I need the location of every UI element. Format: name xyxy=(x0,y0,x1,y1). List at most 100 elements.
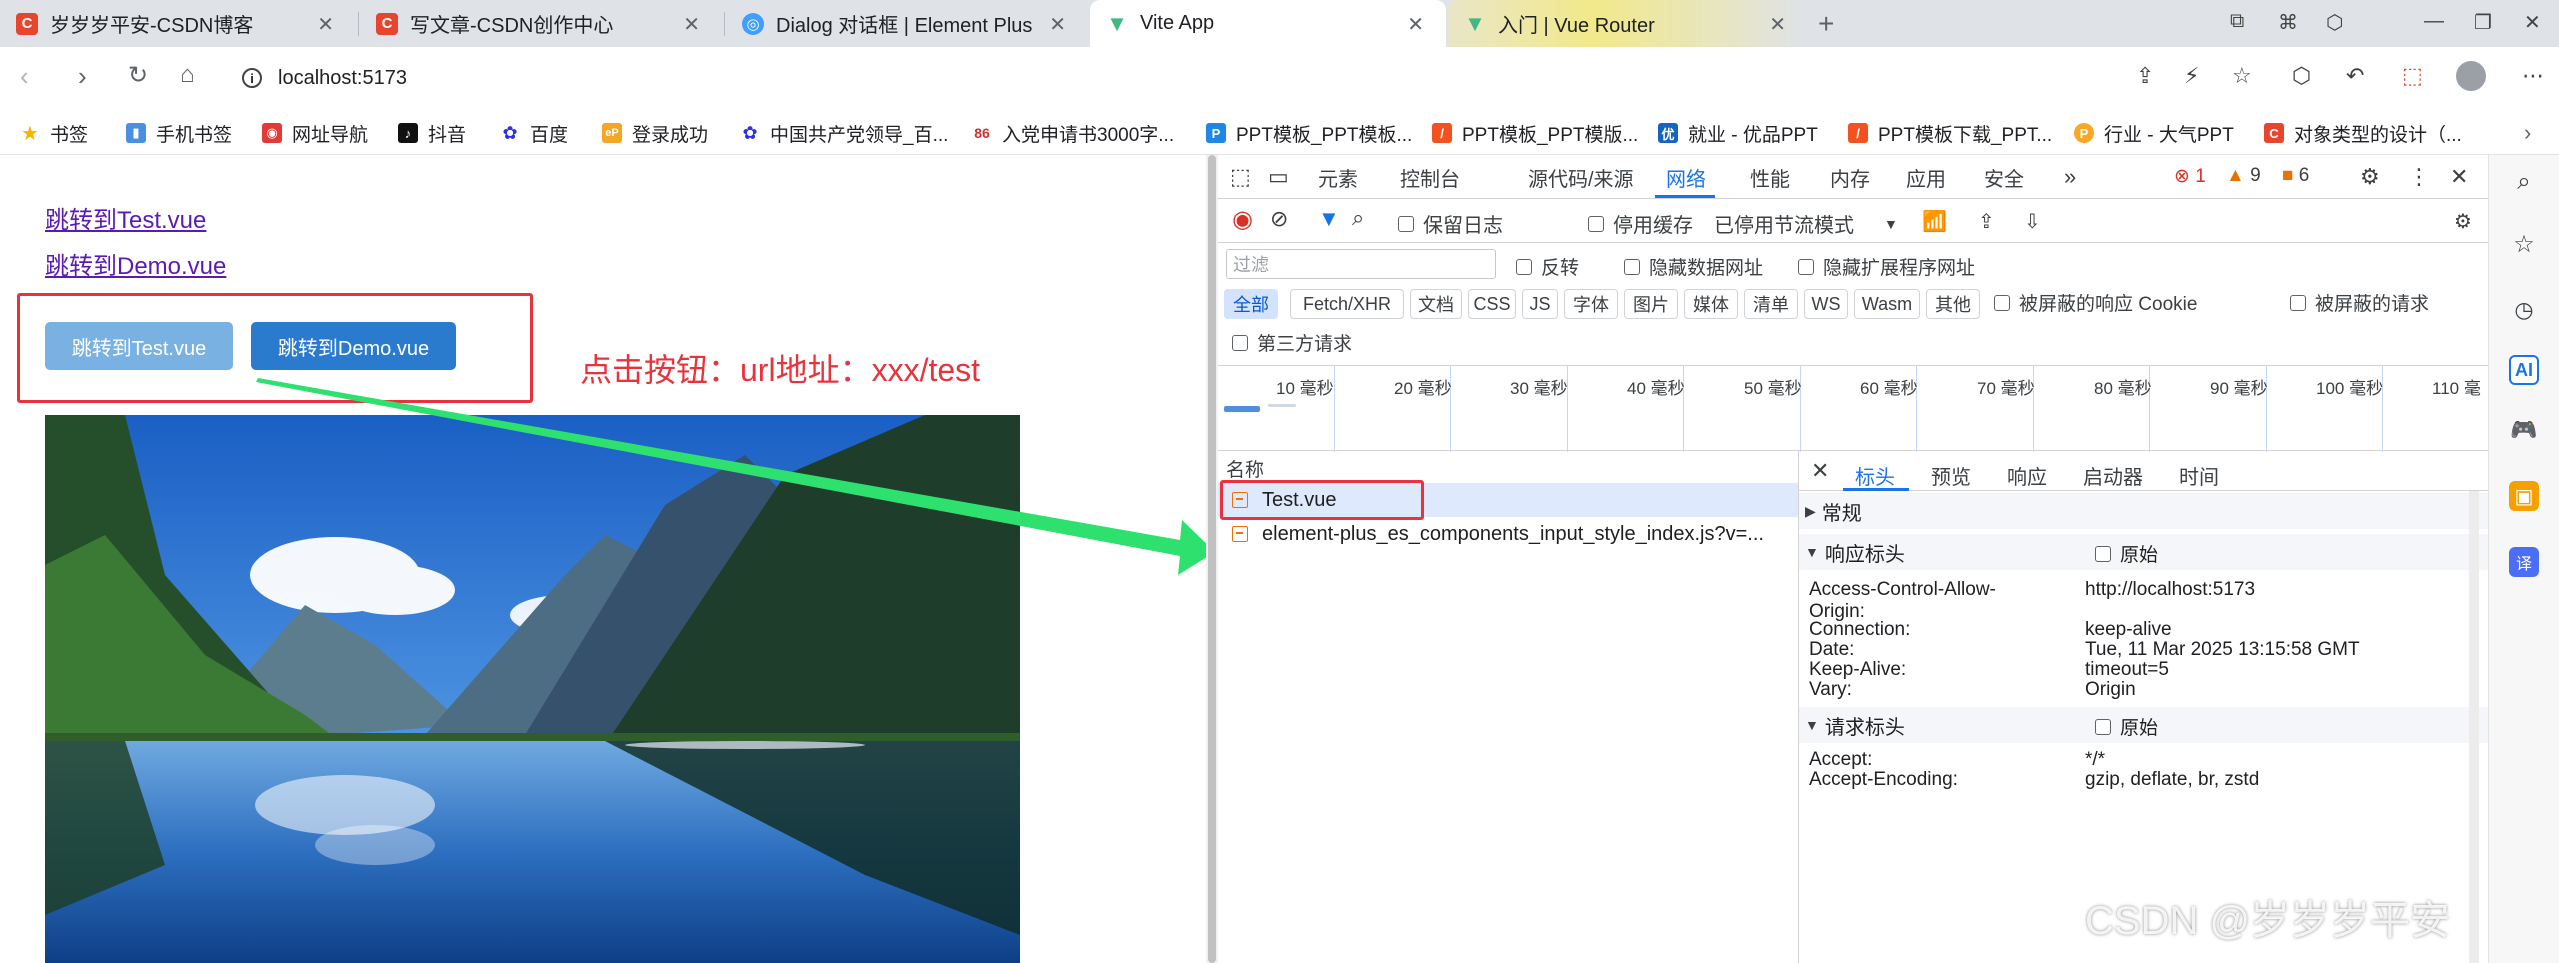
game-icon[interactable]: 🎮 xyxy=(2509,415,2539,445)
bookmark-item[interactable]: ♪ 抖音 xyxy=(398,119,466,147)
tab-csdn-blog[interactable]: C 岁岁岁平安-CSDN博客 ✕ xyxy=(0,0,356,47)
bookmark-item[interactable]: / PPT模板_PPT模版... xyxy=(1432,119,1638,147)
tab-elements[interactable]: 元素 xyxy=(1318,163,1358,192)
more-options-icon[interactable]: ⋮ xyxy=(2408,164,2430,190)
type-other[interactable]: 其他 xyxy=(1926,289,1980,319)
page-scrollbar[interactable] xyxy=(1206,155,1218,963)
test-button[interactable]: 跳转到Test.vue xyxy=(45,322,233,370)
upload-icon[interactable]: ⇪ xyxy=(1978,209,1995,234)
invert-checkbox[interactable]: 反转 xyxy=(1516,253,1579,280)
record-icon[interactable]: ◉ xyxy=(1232,205,1253,234)
more-tabs-icon[interactable]: » xyxy=(2064,164,2076,190)
blocked-requests-checkbox[interactable]: 被屏蔽的请求 xyxy=(2290,289,2429,316)
type-img[interactable]: 图片 xyxy=(1624,289,1678,319)
checkbox[interactable] xyxy=(1588,215,1604,232)
new-tab-button[interactable]: + xyxy=(1818,8,1834,40)
bookmark-item[interactable]: ✿ 百度 xyxy=(500,119,568,147)
type-doc[interactable]: 文档 xyxy=(1410,289,1462,319)
request-row[interactable]: element-plus_es_components_input_style_i… xyxy=(1218,517,1798,551)
type-all[interactable]: 全部 xyxy=(1224,289,1278,319)
history-icon[interactable]: ↶ xyxy=(2346,63,2364,89)
checkbox[interactable] xyxy=(1516,258,1532,275)
checkbox[interactable] xyxy=(1398,215,1414,232)
type-css[interactable]: CSS xyxy=(1468,289,1516,319)
close-icon[interactable]: ✕ xyxy=(1769,12,1786,37)
blocked-cookies-checkbox[interactable]: 被屏蔽的响应 Cookie xyxy=(1994,289,2197,316)
close-icon[interactable]: ✕ xyxy=(1049,12,1066,37)
info-icon[interactable]: i xyxy=(242,68,262,88)
bookmark-item[interactable]: eP 登录成功 xyxy=(602,119,708,147)
back-icon[interactable]: ‹ xyxy=(20,61,29,92)
close-icon[interactable]: ✕ xyxy=(683,12,700,37)
tab-memory[interactable]: 内存 xyxy=(1830,163,1870,192)
settings-icon[interactable]: ⚙ xyxy=(2360,164,2380,190)
hide-extension-urls-checkbox[interactable]: 隐藏扩展程序网址 xyxy=(1798,253,1975,280)
bookmark-item[interactable]: ◉ 网址导航 xyxy=(262,119,368,147)
checkbox[interactable] xyxy=(2290,294,2306,311)
link-test[interactable]: 跳转到Test.vue xyxy=(45,200,206,235)
close-icon[interactable]: ✕ xyxy=(1811,458,1829,484)
close-window-button[interactable]: ✕ xyxy=(2524,10,2541,35)
bookmark-item[interactable]: C 对象类型的设计（... xyxy=(2264,119,2462,147)
tab-application[interactable]: 应用 xyxy=(1906,163,1946,192)
type-wasm[interactable]: Wasm xyxy=(1854,289,1920,319)
tab-vite-app[interactable]: ▼ Vite App ✕ xyxy=(1090,0,1446,47)
address-bar[interactable]: i localhost:5173 xyxy=(226,57,2126,99)
favorites-icon[interactable]: ☆ xyxy=(2509,229,2539,259)
search-icon[interactable]: ⌕ xyxy=(2509,167,2539,197)
collections-icon[interactable]: ⬚ xyxy=(2402,63,2423,89)
bookmark-item[interactable]: ▮ 手机书签 xyxy=(126,119,232,147)
clear-icon[interactable]: ⊘ xyxy=(1270,206,1288,232)
network-timeline[interactable]: 10 毫秒 20 毫秒 30 毫秒 40 毫秒 50 毫秒 60 毫秒 70 毫… xyxy=(1218,365,2488,452)
tab-performance[interactable]: 性能 xyxy=(1750,163,1790,192)
bookmark-item[interactable]: ✿ 中国共产党领导_百... xyxy=(740,119,948,147)
hide-data-urls-checkbox[interactable]: 隐藏数据网址 xyxy=(1624,253,1763,280)
lightning-icon[interactable]: ⚡ xyxy=(2184,63,2199,89)
tab-vue-router[interactable]: ▼ 入门 | Vue Router ✕ xyxy=(1448,0,1808,47)
link-demo[interactable]: 跳转到Demo.vue xyxy=(45,246,226,281)
history-icon[interactable]: ◷ xyxy=(2509,295,2539,325)
demo-button[interactable]: 跳转到Demo.vue xyxy=(251,322,456,370)
bookmark-item[interactable]: / PPT模板下载_PPT... xyxy=(1848,119,2052,147)
third-party-checkbox[interactable]: 第三方请求 xyxy=(1232,329,1352,356)
type-ws[interactable]: WS xyxy=(1804,289,1848,319)
tab-console[interactable]: 控制台 xyxy=(1400,163,1460,192)
close-icon[interactable]: ✕ xyxy=(317,12,334,37)
inspect-icon[interactable]: ⬚ xyxy=(1230,164,1251,190)
warning-counter[interactable]: ▲ 9 xyxy=(2226,165,2261,187)
bookmark-item[interactable]: 86 入党申请书3000字... xyxy=(972,119,1174,147)
bookmark-overflow-icon[interactable]: › xyxy=(2524,119,2531,147)
ai-icon[interactable]: AI xyxy=(2509,355,2539,385)
checkbox[interactable] xyxy=(1994,294,2010,311)
bookmark-item[interactable]: P PPT模板_PPT模板... xyxy=(1206,119,1412,147)
checkbox[interactable] xyxy=(2095,545,2111,562)
minimize-button[interactable]: — xyxy=(2424,10,2444,33)
type-fetch-xhr[interactable]: Fetch/XHR xyxy=(1290,289,1404,319)
checkbox[interactable] xyxy=(1798,258,1814,275)
bookmark-item[interactable]: P 行业 - 大气PPT xyxy=(2074,119,2234,147)
filter-icon[interactable]: ▼ xyxy=(1318,206,1340,232)
home-icon[interactable]: ⌂ xyxy=(180,61,195,89)
reload-icon[interactable]: ↻ xyxy=(128,61,148,90)
tab-timing[interactable]: 时间 xyxy=(2179,461,2219,490)
filter-input[interactable]: 过滤 xyxy=(1226,249,1496,279)
tab-element-plus[interactable]: ◎ Dialog 对话框 | Element Plus ✕ xyxy=(726,0,1088,47)
scrollbar-thumb[interactable] xyxy=(1208,155,1216,963)
toolbox-icon[interactable]: ▣ xyxy=(2509,481,2539,511)
share-icon[interactable]: ⇪ xyxy=(2136,63,2154,89)
maximize-button[interactable]: ❐ xyxy=(2474,10,2492,35)
menu-icon[interactable]: ⋯ xyxy=(2522,63,2544,89)
network-settings-icon[interactable]: ⚙ xyxy=(2454,209,2472,234)
tab-response[interactable]: 响应 xyxy=(2007,461,2047,490)
tab-initiator[interactable]: 启动器 xyxy=(2083,461,2143,490)
tab-network[interactable]: 网络 xyxy=(1666,163,1706,192)
search-icon[interactable]: ⌕ xyxy=(1352,205,1364,231)
close-devtools-icon[interactable]: ✕ xyxy=(2450,164,2468,190)
device-toolbar-icon[interactable]: ▭ xyxy=(1268,164,1289,190)
tab-headers[interactable]: 标头 xyxy=(1855,461,1895,490)
checkbox[interactable] xyxy=(1232,334,1248,351)
type-media[interactable]: 媒体 xyxy=(1684,289,1738,319)
wifi-icon[interactable]: 📶 xyxy=(1922,209,1947,234)
detail-scrollbar[interactable] xyxy=(2469,491,2479,963)
bookmark-item[interactable]: ★ 书签 xyxy=(20,119,88,147)
